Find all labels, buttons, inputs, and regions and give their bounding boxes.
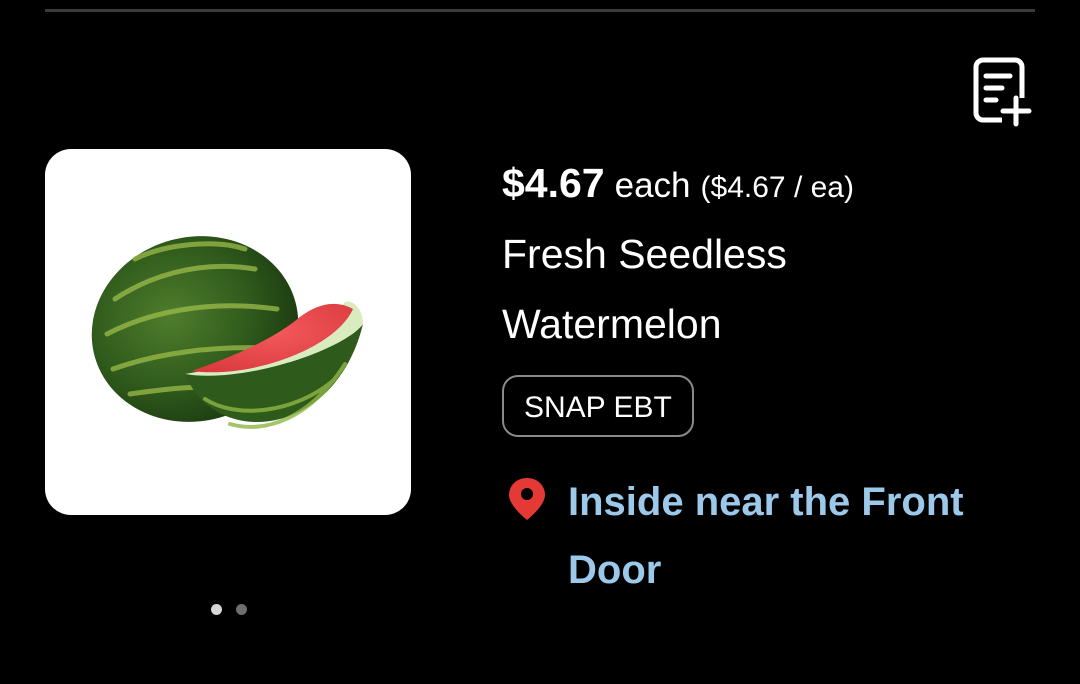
map-pin-icon (509, 478, 545, 520)
list-add-icon (973, 57, 1032, 127)
product-image[interactable] (45, 149, 411, 515)
product-info: $4.67 each ($4.67 / ea) Fresh Seedless W… (502, 156, 1022, 437)
location-text: Inside near the Front Door (568, 480, 964, 592)
pager-dot[interactable] (236, 604, 247, 615)
image-pager-dots[interactable] (211, 604, 247, 615)
aisle-location[interactable]: Inside near the Front Door (506, 468, 1006, 604)
add-to-list-button[interactable] (966, 54, 1032, 128)
top-divider (45, 9, 1035, 12)
unit-price: ($4.67 / ea) (700, 171, 854, 204)
watermelon-image (91, 236, 363, 429)
product-name: Fresh Seedless Watermelon (502, 231, 787, 347)
product-detail-panel: $4.67 each ($4.67 / ea) Fresh Seedless W… (0, 0, 1080, 684)
price-unit: each (614, 166, 691, 205)
price-line: $4.67 each ($4.67 / ea) (502, 156, 1022, 215)
snap-ebt-badge: SNAP EBT (502, 375, 694, 437)
pager-dot-active[interactable] (211, 604, 222, 615)
price: $4.67 (502, 160, 605, 206)
